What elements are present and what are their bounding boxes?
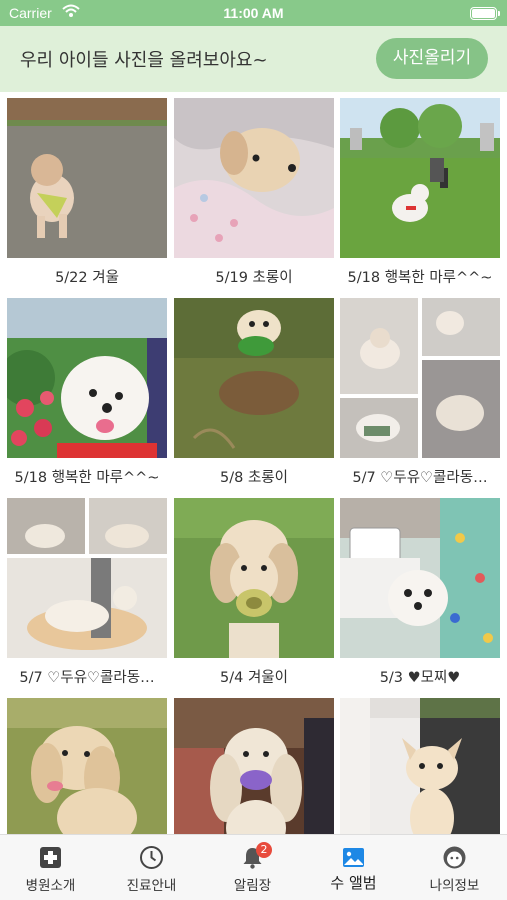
album-item[interactable]: 5/3 ♥모찌♥ [340,498,500,698]
album-caption: 5/4 겨울이 [220,670,288,686]
profile-face-icon [442,845,467,870]
album-item[interactable]: 5/22 겨울 [7,98,167,298]
tab-notice[interactable]: 2 알림장 [202,835,303,900]
photo-album-icon [341,845,366,870]
album-item[interactable]: 5/18 행복한 마루^^~ [340,98,500,298]
album-header: 우리 아이들 사진을 올려보아요~ 사진올리기 [0,26,507,92]
album-photo[interactable] [7,298,167,458]
album-photo[interactable] [7,98,167,258]
album-item[interactable]: 5/7 ♡두유♡콜라동… [340,298,500,498]
album-caption: 5/7 ♡두유♡콜라동… [352,470,488,486]
tab-label: 수 앨범 [330,874,377,892]
album-caption: 5/3 ♥모찌♥ [379,670,461,686]
album-photo[interactable] [7,698,167,834]
page-title: 우리 아이들 사진을 올려보아요~ [20,50,268,71]
tab-label: 병원소개 [25,878,76,894]
tab-label: 진료안내 [126,878,177,894]
album-item[interactable]: 5/4 겨울이 [174,498,334,698]
album-item[interactable]: 5/18 행복한 마루^^~ [7,298,167,498]
album-caption: 5/19 초롱이 [215,270,293,286]
clock-icon [139,845,164,870]
clock-time: 11:00 AM [223,5,284,21]
tab-treatment-info[interactable]: 진료안내 [101,835,202,900]
tab-hospital-intro[interactable]: 병원소개 [0,835,101,900]
hospital-cross-icon [38,845,63,870]
battery-icon [470,7,500,20]
status-bar: Carrier 11:00 AM [0,0,507,26]
tab-album[interactable]: 수 앨범 [303,835,404,900]
photo-grid: 5/22 겨울 5/19 초롱이 5/18 행복한 마루^^~ 5/18 행복한… [0,92,507,834]
notification-badge: 2 [256,842,272,858]
album-photo[interactable] [174,98,334,258]
album-caption: 5/7 ♡두유♡콜라동… [19,670,155,686]
album-item[interactable] [7,698,167,834]
album-photo[interactable] [340,498,500,658]
upload-photo-button[interactable]: 사진올리기 [376,38,488,79]
album-photo[interactable] [340,298,500,458]
album-photo[interactable] [340,98,500,258]
album-caption: 5/18 행복한 마루^^~ [347,270,493,286]
album-item[interactable]: 5/19 초롱이 [174,98,334,298]
album-item[interactable] [340,698,500,834]
album-item[interactable] [174,698,334,834]
tab-my-info[interactable]: 나의정보 [404,835,505,900]
album-item[interactable]: 5/7 ♡두유♡콜라동… [7,498,167,698]
tab-label: 나의정보 [429,878,480,894]
album-item[interactable]: 5/8 초롱이 [174,298,334,498]
album-caption: 5/22 겨울 [55,270,119,286]
album-caption: 5/18 행복한 마루^^~ [14,470,160,486]
bottom-tab-bar: 병원소개 진료안내 2 알림장 수 앨범 나의정보 [0,834,507,900]
album-photo[interactable] [174,298,334,458]
album-caption: 5/8 초롱이 [220,470,288,486]
album-photo[interactable] [7,498,167,658]
album-photo[interactable] [174,498,334,658]
tab-label: 알림장 [233,878,272,894]
album-photo[interactable] [174,698,334,834]
album-photo[interactable] [340,698,500,834]
